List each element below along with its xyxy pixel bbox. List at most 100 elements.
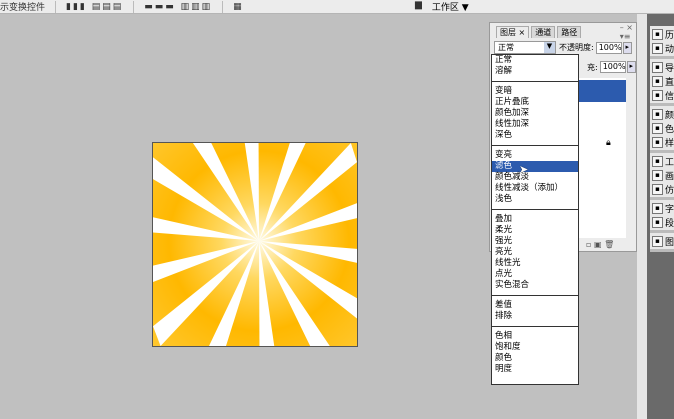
panel-footer-icons[interactable]: ▫ ▣ 🗑︎ [586, 240, 614, 250]
blend-mode-option[interactable]: 叠加 [492, 214, 578, 225]
sunburst-image [153, 143, 357, 346]
blend-mode-option[interactable]: 亮光 [492, 247, 578, 258]
distribute-icons[interactable]: ▬▬▬ ▥▥▥ [144, 2, 212, 12]
dock-item-label: 动 [664, 44, 674, 55]
tab-paths[interactable]: 路径 [557, 26, 582, 38]
show-transform-controls-label[interactable]: 示变换控件 [0, 0, 45, 13]
dock-item[interactable]: ▪ 直 [650, 74, 674, 88]
styles-icon: ▪ [652, 136, 663, 148]
blend-mode-option[interactable]: 实色混合 [492, 280, 578, 291]
dock-item[interactable]: ▪ 工 [650, 154, 674, 168]
fill-input[interactable]: 100% [599, 61, 626, 73]
dock-item-label: 信 [664, 91, 674, 102]
menu-divider [492, 326, 578, 327]
dock-item-label: 字 [664, 204, 674, 215]
actions-icon: ▪ [652, 42, 663, 54]
dock-group: ▪ 颜 ▪ 色 ▪ 样 [650, 106, 674, 153]
divider [133, 0, 135, 13]
panel-menu-icon[interactable]: – × ▾≡ [620, 23, 633, 41]
blend-mode-select[interactable]: 正常 ▼ [494, 41, 556, 54]
info-icon: ▪ [652, 89, 663, 101]
blend-mode-option[interactable]: 强光 [492, 236, 578, 247]
blend-mode-option[interactable]: 饱和度 [492, 342, 578, 353]
opacity-input[interactable]: 100% [595, 41, 622, 54]
menu-divider [492, 145, 578, 146]
blend-mode-option[interactable]: 差值 [492, 300, 578, 311]
dock-item-label: 仿 [664, 185, 674, 196]
swatches-icon: ▪ [652, 122, 663, 134]
opacity-label: 不透明度: [559, 43, 594, 52]
dock-item[interactable]: ▪ 动 [650, 41, 674, 55]
blend-mode-option[interactable]: 变暗 [492, 86, 578, 97]
panel-dock: ▪ 历 ▪ 动 ▪ 导 ▪ 直 ▪ 信 ▪ 颜 ▪ 色 ▪ 样 ▪ 工 ▪ 画 ▪ 仿 ▪ 字 ▪ 段 ▪ 图 [650, 26, 674, 252]
divider [55, 0, 57, 13]
blend-mode-option[interactable]: 颜色 [492, 353, 578, 364]
tab-layers[interactable]: 图层 × [496, 26, 530, 38]
blend-mode-option[interactable]: 线性减淡（添加） [492, 183, 578, 194]
dock-item-label: 样 [664, 138, 674, 149]
blend-mode-option[interactable]: 线性加深 [492, 119, 578, 130]
dock-item-label: 图 [664, 237, 674, 248]
dock-item-label: 导 [664, 63, 674, 74]
histogram-icon: ▪ [652, 75, 663, 87]
paragraph-icon: ▪ [652, 216, 663, 228]
dock-item[interactable]: ▪ 历 [650, 27, 674, 41]
blend-mode-option[interactable]: 颜色减淡 [492, 172, 578, 183]
menu-divider [492, 295, 578, 296]
cursor-icon: ➤ [519, 163, 529, 176]
tab-channels[interactable]: 通道 [531, 26, 556, 38]
blend-mode-menu: 正常 溶解变暗 正片叠底 颜色加深 线性加深 深色变亮 滤色 颜色减淡 线性减淡（添加） 浅色叠加… [491, 54, 579, 385]
blend-mode-option[interactable]: 点光 [492, 269, 578, 280]
dock-item[interactable]: ▪ 仿 [650, 182, 674, 196]
blend-mode-option[interactable]: 浅色 [492, 194, 578, 205]
dock-item-label: 直 [664, 77, 674, 88]
blend-mode-option[interactable]: 深色 [492, 130, 578, 141]
dock-item-label: 历 [664, 30, 674, 41]
dock-group: ▪ 历 ▪ 动 [650, 26, 674, 59]
dock-item-label: 工 [664, 157, 674, 168]
color-icon: ▪ [652, 108, 663, 120]
history-icon: ▪ [652, 28, 663, 40]
blend-mode-option[interactable]: 正片叠底 [492, 97, 578, 108]
dock-item[interactable]: ▪ 颜 [650, 107, 674, 121]
blend-mode-option[interactable]: 颜色加深 [492, 108, 578, 119]
fill-slider-button[interactable]: ▸ [626, 61, 636, 73]
dock-item[interactable]: ▪ 色 [650, 121, 674, 135]
dock-item[interactable]: ▪ 样 [650, 135, 674, 149]
dock-item-label: 画 [664, 171, 674, 182]
layer-comps-icon: ▪ [652, 235, 663, 247]
dock-item-label: 色 [664, 124, 674, 135]
chevron-down-icon[interactable]: ▼ [544, 42, 555, 53]
divider [222, 0, 224, 13]
dock-item-label: 颜 [664, 110, 674, 121]
align-icons[interactable]: ▮▮▮ ▤▤▤ [66, 2, 123, 12]
dock-item[interactable]: ▪ 段 [650, 215, 674, 229]
blend-mode-option[interactable]: 滤色 [492, 161, 578, 172]
layers-list[interactable] [579, 78, 626, 238]
dock-item[interactable]: ▪ 信 [650, 88, 674, 102]
scrollbar[interactable] [637, 14, 647, 419]
fill-label: 充: [587, 62, 598, 72]
blend-mode-option[interactable]: 溶解 [492, 66, 578, 77]
dock-item[interactable]: ▪ 画 [650, 168, 674, 182]
navigator-icon: ▪ [652, 61, 663, 73]
blend-mode-option[interactable]: 色相 [492, 331, 578, 342]
options-bar: 示变换控件 ▮▮▮ ▤▤▤ ▬▬▬ ▥▥▥ ▦ [0, 0, 674, 14]
brushes-icon: ▪ [652, 169, 663, 181]
clone-source-icon: ▪ [652, 183, 663, 195]
opacity-slider-button[interactable]: ▸ [622, 41, 632, 54]
document-canvas[interactable] [152, 142, 358, 347]
dock-item[interactable]: ▪ 导 [650, 60, 674, 74]
workspace-button[interactable]: 工作区 ▼ [432, 0, 469, 13]
blend-mode-option[interactable]: 正常 [492, 55, 578, 66]
blend-mode-option[interactable]: 排除 [492, 311, 578, 322]
blend-mode-option[interactable]: 变亮 [492, 150, 578, 161]
dock-item[interactable]: ▪ 字 [650, 201, 674, 215]
camera-icon[interactable]: ▆ [415, 0, 422, 13]
dock-item[interactable]: ▪ 图 [650, 234, 674, 248]
blend-mode-option[interactable]: 柔光 [492, 225, 578, 236]
auto-align-icon[interactable]: ▦ [233, 2, 244, 12]
selected-layer[interactable] [579, 80, 626, 102]
blend-mode-option[interactable]: 明度 [492, 364, 578, 375]
blend-mode-option[interactable]: 线性光 [492, 258, 578, 269]
